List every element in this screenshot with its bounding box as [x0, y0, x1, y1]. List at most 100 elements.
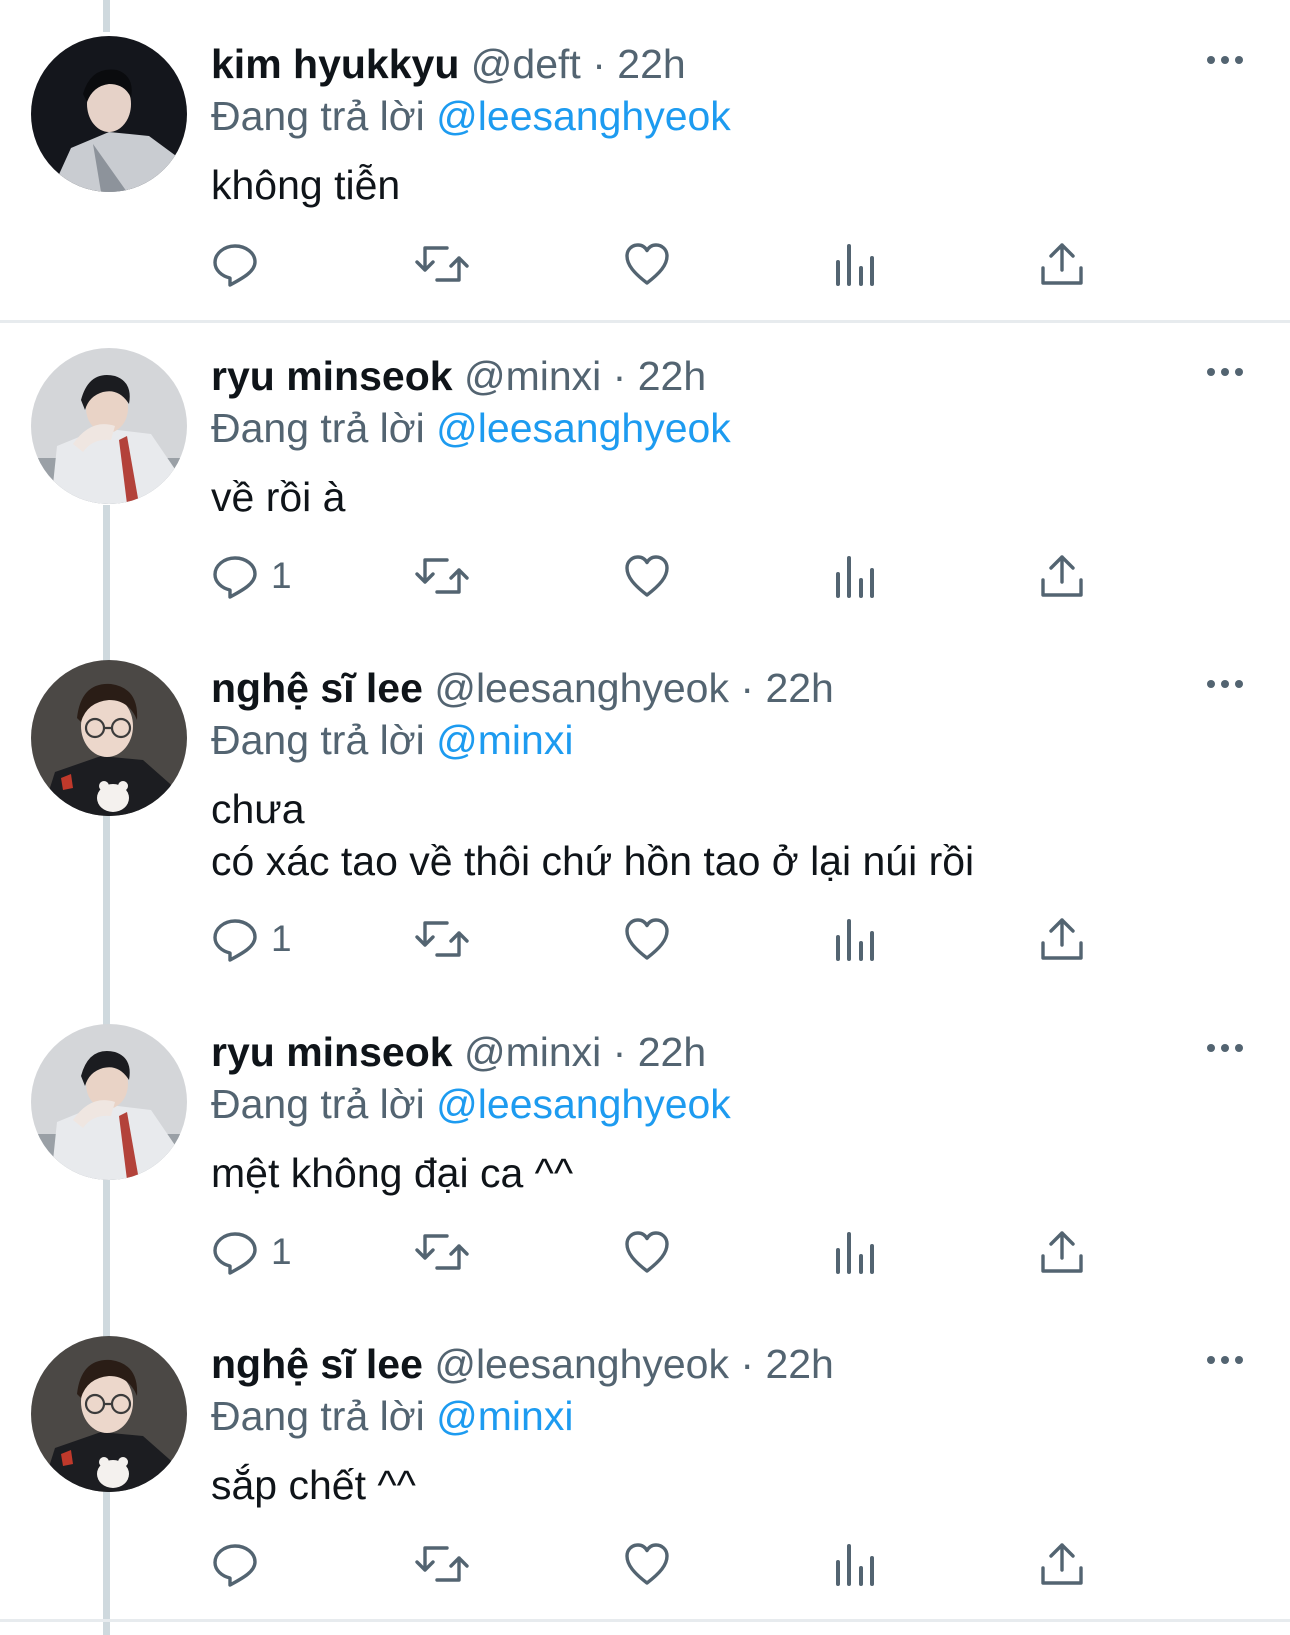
reply-count: 1 — [271, 918, 292, 959]
separator: · — [740, 1341, 755, 1387]
tweet-header: ryu minseok @minxi · 22h — [211, 352, 706, 400]
views-button[interactable] — [833, 1224, 877, 1280]
heart-icon — [625, 555, 669, 597]
action-bar: 1 — [211, 548, 1151, 604]
retweet-icon — [415, 921, 469, 957]
like-button[interactable] — [623, 1536, 671, 1592]
user-handle[interactable]: @minxi — [464, 1029, 601, 1075]
mention-link[interactable]: @minxi — [436, 1393, 573, 1439]
replying-to-label: Đang trả lời — [211, 405, 425, 451]
retweet-button[interactable] — [414, 911, 470, 967]
share-button[interactable] — [1039, 1536, 1085, 1592]
heart-icon — [625, 1543, 669, 1585]
reply-bubble-icon — [213, 919, 257, 962]
reply-bubble-icon — [213, 1232, 257, 1275]
more-dots-icon[interactable] — [1205, 1350, 1245, 1370]
user-handle[interactable]: @deft — [471, 41, 581, 87]
avatar-minxi[interactable] — [31, 348, 187, 504]
separator: · — [612, 353, 627, 399]
analytics-bars-icon — [836, 244, 874, 286]
separator: · — [612, 1029, 627, 1075]
like-button[interactable] — [623, 548, 671, 604]
replying-to-label: Đang trả lời — [211, 1081, 425, 1127]
tweet-text-line: mệt không đại ca ^^ — [211, 1150, 574, 1196]
display-name[interactable]: nghệ sĩ lee — [211, 1341, 423, 1387]
replying-to: Đang trả lời @minxi — [211, 716, 573, 764]
avatar-deft[interactable] — [31, 36, 187, 192]
retweet-button[interactable] — [414, 548, 470, 604]
tweet-text: sắp chết ^^ — [211, 1459, 416, 1511]
separator: · — [740, 665, 755, 711]
reply-button[interactable]: 1 — [211, 548, 292, 604]
share-upload-icon — [1041, 1231, 1083, 1273]
more-dots-icon[interactable] — [1205, 362, 1245, 382]
user-handle[interactable]: @leesanghyeok — [434, 665, 729, 711]
retweet-button[interactable] — [414, 1224, 470, 1280]
timestamp[interactable]: 22h — [765, 665, 833, 711]
action-bar — [211, 1536, 1151, 1592]
separator: · — [592, 41, 606, 87]
like-button[interactable] — [623, 236, 671, 292]
more-dots-icon[interactable] — [1205, 674, 1245, 694]
replying-to-label: Đang trả lời — [211, 93, 425, 139]
replying-to: Đang trả lời @leesanghyeok — [211, 1080, 731, 1128]
views-button[interactable] — [833, 236, 877, 292]
mention-link[interactable]: @leesanghyeok — [436, 93, 731, 139]
display-name[interactable]: nghệ sĩ lee — [211, 665, 423, 711]
reply-button[interactable] — [211, 1536, 271, 1592]
timestamp[interactable]: 22h — [765, 1341, 833, 1387]
more-dots-icon[interactable] — [1205, 1038, 1245, 1058]
retweet-button[interactable] — [414, 236, 470, 292]
views-button[interactable] — [833, 548, 877, 604]
reply-button[interactable]: 1 — [211, 1224, 292, 1280]
like-button[interactable] — [623, 1224, 671, 1280]
reply-count: 1 — [271, 555, 292, 596]
tweet-text-line: về rồi à — [211, 474, 346, 520]
user-handle[interactable]: @minxi — [464, 353, 601, 399]
share-button[interactable] — [1039, 911, 1085, 967]
thread-line-top — [103, 0, 110, 32]
mention-link[interactable]: @leesanghyeok — [436, 405, 731, 451]
timestamp[interactable]: 22h — [617, 41, 685, 87]
avatar-leesanghyeok[interactable] — [31, 1336, 187, 1492]
replying-to: Đang trả lời @minxi — [211, 1392, 573, 1440]
replying-to-label: Đang trả lời — [211, 717, 425, 763]
avatar-leesanghyeok[interactable] — [31, 660, 187, 816]
action-bar: 1 — [211, 1224, 1151, 1280]
display-name[interactable]: ryu minseok — [211, 1029, 453, 1075]
tweet-header: kim hyukkyu @deft · 22h — [211, 40, 686, 88]
views-button[interactable] — [833, 911, 877, 967]
reply-bubble-icon — [213, 1544, 257, 1587]
reply-bubble-icon — [213, 556, 257, 599]
reply-button[interactable]: 1 — [211, 911, 292, 967]
avatar-minxi[interactable] — [31, 1024, 187, 1180]
views-button[interactable] — [833, 1536, 877, 1592]
mention-link[interactable]: @minxi — [436, 717, 573, 763]
timestamp[interactable]: 22h — [638, 353, 706, 399]
tweet-text: không tiễn — [211, 159, 400, 211]
analytics-bars-icon — [836, 1232, 874, 1274]
share-upload-icon — [1041, 555, 1083, 597]
reply-button[interactable] — [211, 236, 271, 292]
timestamp[interactable]: 22h — [638, 1029, 706, 1075]
replying-to-label: Đang trả lời — [211, 1393, 425, 1439]
retweet-button[interactable] — [414, 1536, 470, 1592]
retweet-icon — [415, 1234, 469, 1270]
heart-icon — [625, 918, 669, 960]
heart-icon — [625, 1231, 669, 1273]
tweet-text-line: chưa — [211, 786, 305, 832]
display-name[interactable]: kim hyukkyu — [211, 41, 459, 87]
reply-count: 1 — [271, 1231, 292, 1272]
replying-to: Đang trả lời @leesanghyeok — [211, 404, 731, 452]
share-button[interactable] — [1039, 548, 1085, 604]
share-button[interactable] — [1039, 236, 1085, 292]
more-dots-icon[interactable] — [1205, 50, 1245, 70]
display-name[interactable]: ryu minseok — [211, 353, 453, 399]
share-upload-icon — [1041, 1543, 1083, 1585]
share-button[interactable] — [1039, 1224, 1085, 1280]
action-bar — [211, 236, 1151, 292]
like-button[interactable] — [623, 911, 671, 967]
user-handle[interactable]: @leesanghyeok — [434, 1341, 729, 1387]
retweet-icon — [415, 558, 469, 594]
mention-link[interactable]: @leesanghyeok — [436, 1081, 731, 1127]
